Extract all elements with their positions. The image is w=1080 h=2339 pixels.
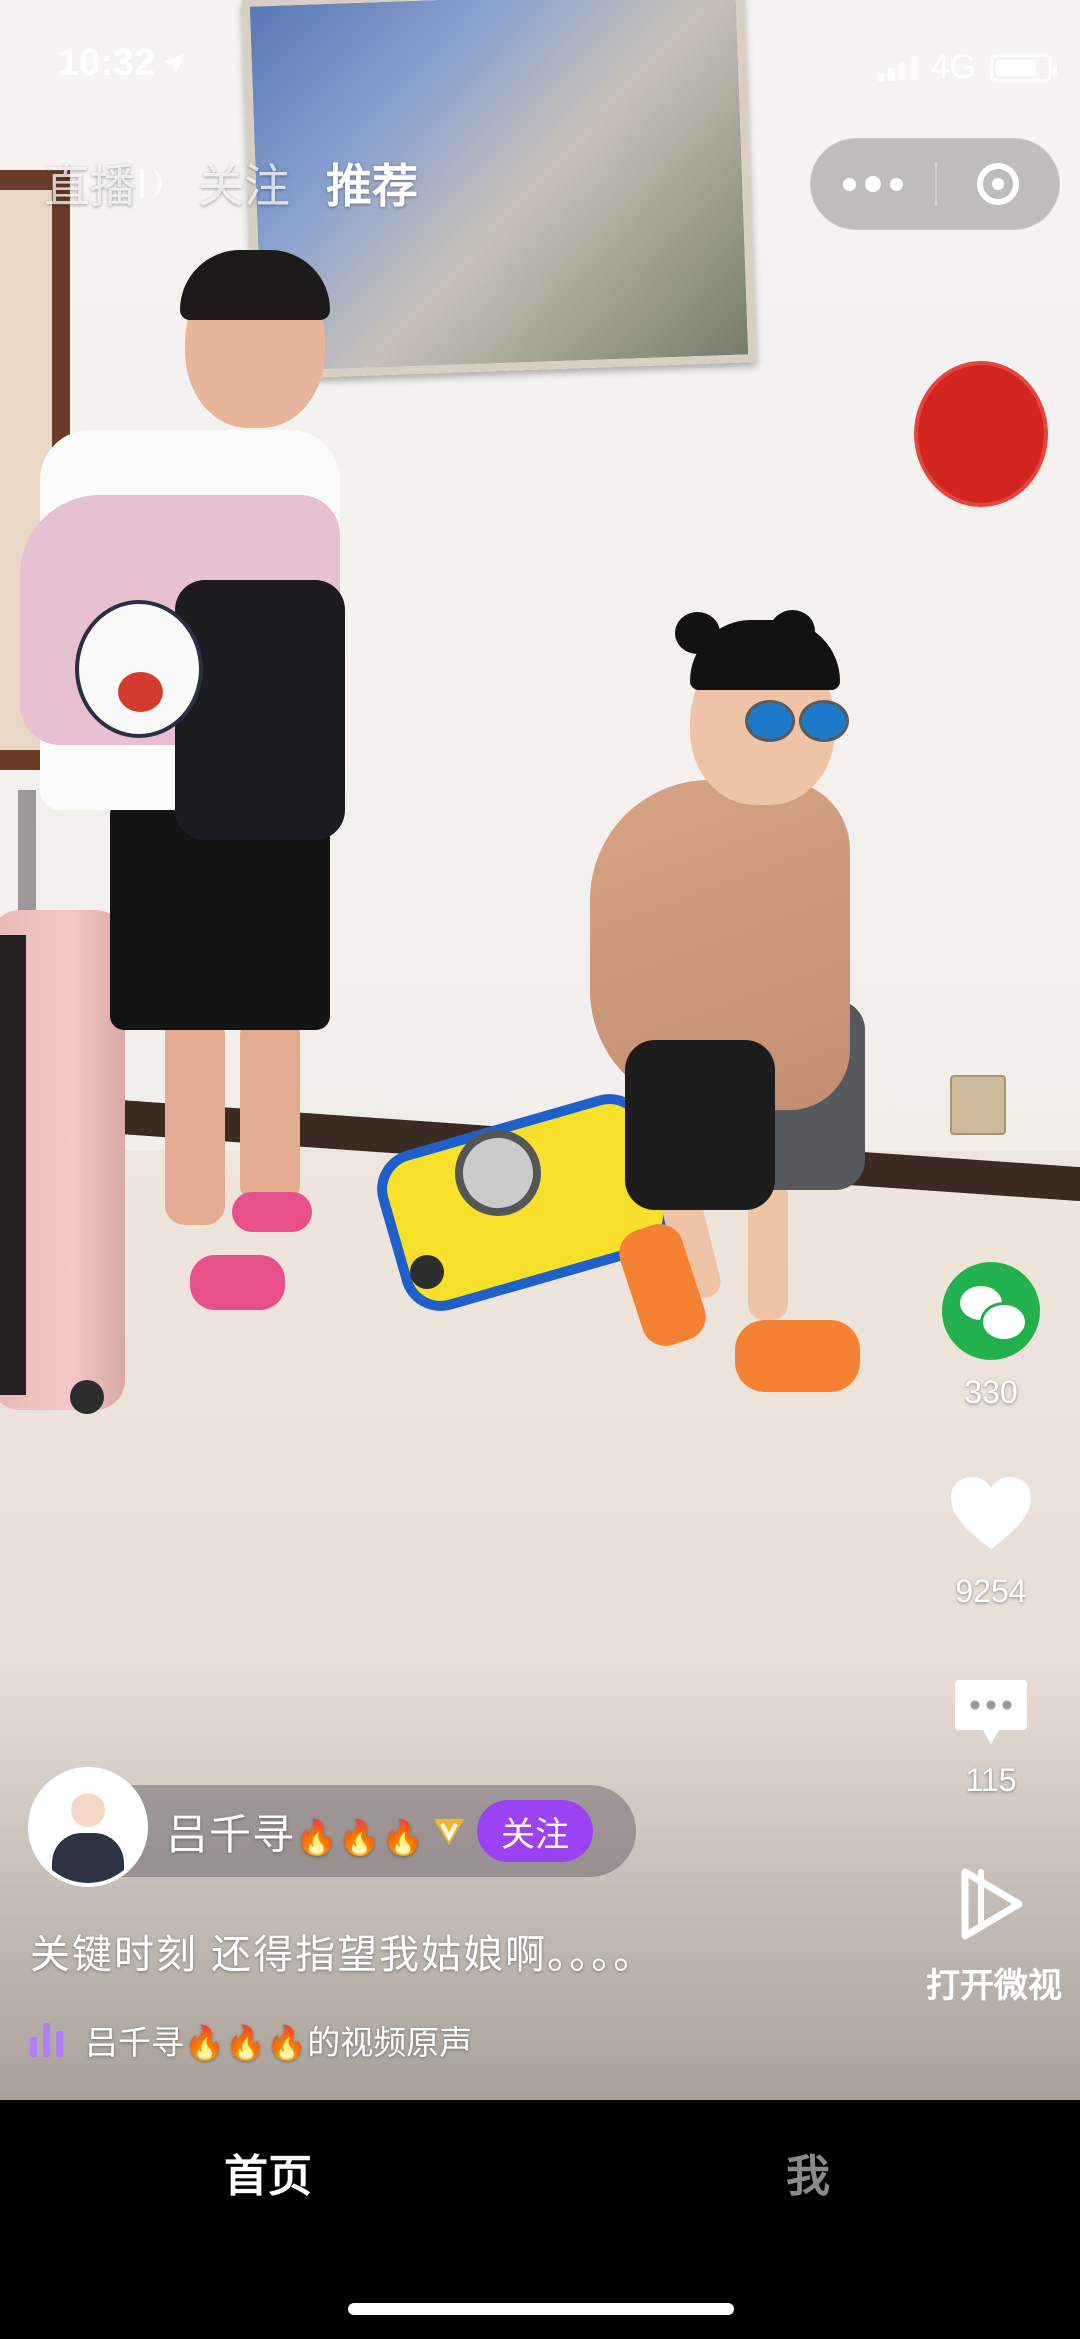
miniprogram-capsule — [810, 138, 1060, 230]
close-miniprogram-button[interactable] — [937, 139, 1059, 229]
status-time: 10:32 — [58, 42, 185, 85]
orange-shoe — [735, 1320, 860, 1392]
pink-slipper — [190, 1255, 285, 1310]
sunglasses — [745, 700, 849, 742]
comment-icon — [926, 1678, 1056, 1748]
music-bars-icon — [30, 2023, 63, 2057]
wall-outlet — [950, 1075, 1006, 1135]
tab-following-label: 关注 — [198, 160, 290, 212]
suitcase-band — [0, 935, 26, 1395]
live-wave-icon — [140, 169, 162, 197]
girl-bag — [625, 1040, 775, 1210]
pink-slipper — [232, 1192, 312, 1232]
music-row[interactable]: 吕千寻🔥🔥🔥的视频原声 — [30, 2016, 472, 2064]
suitcase-wheel — [70, 1380, 104, 1414]
music-title: 吕千寻🔥🔥🔥的视频原声 — [85, 2024, 473, 2061]
tab-live-label: 直播 — [44, 160, 136, 212]
nav-home[interactable]: 首页 — [224, 2140, 312, 2204]
avatar[interactable] — [28, 1767, 148, 1887]
author-bar: 吕千寻🔥🔥🔥 关注 — [28, 1767, 636, 1887]
status-icons: 4G — [876, 48, 1057, 87]
status-time-text: 10:32 — [58, 42, 156, 84]
nav-me[interactable]: 我 — [786, 2140, 830, 2204]
heart-icon — [949, 1475, 1033, 1559]
open-weishi-label: 打开微视 — [926, 1967, 1062, 2005]
play-icon — [926, 1866, 1056, 1942]
top-tabs: 直播 关注 推荐 — [44, 150, 418, 216]
verified-v-icon — [431, 1813, 467, 1849]
basin-flower — [118, 672, 163, 712]
double-happiness-sign — [918, 365, 1044, 503]
share-count: 330 — [964, 1374, 1018, 1410]
fire-emoji: 🔥🔥🔥 — [295, 1818, 426, 1857]
target-icon — [976, 163, 1019, 205]
suitcase-wheel — [410, 1255, 444, 1289]
black-backpack — [175, 580, 345, 840]
author-name[interactable]: 吕千寻🔥🔥🔥 — [166, 1801, 425, 1862]
man-leg — [240, 1015, 300, 1205]
video-caption: 关键时刻 还得指望我姑娘啊。。。。 — [30, 1933, 656, 1977]
tab-recommend[interactable]: 推荐 — [326, 150, 418, 216]
more-dots-icon[interactable] — [811, 139, 935, 229]
comment-count: 115 — [965, 1762, 1017, 1798]
tab-live[interactable]: 直播 — [44, 150, 162, 216]
battery-icon — [990, 53, 1057, 82]
author-name-text: 吕千寻 — [166, 1810, 296, 1858]
signal-icon — [876, 55, 917, 81]
location-arrow-icon — [164, 53, 185, 74]
wechat-icon — [942, 1262, 1040, 1360]
tab-following[interactable]: 关注 — [198, 150, 290, 216]
man-leg — [165, 1015, 225, 1225]
open-weishi-button[interactable]: 打开微视 — [926, 1866, 1062, 2007]
like-count: 9254 — [955, 1573, 1027, 1609]
enamel-basin — [75, 600, 203, 738]
tab-recommend-label: 推荐 — [326, 160, 418, 212]
network-label: 4G — [930, 48, 976, 86]
home-indicator — [348, 2303, 734, 2315]
follow-button[interactable]: 关注 — [477, 1800, 594, 1862]
like-button[interactable]: 9254 — [926, 1475, 1056, 1610]
share-wechat-button[interactable]: 330 — [926, 1262, 1056, 1411]
suitcase-handle — [18, 790, 36, 920]
comment-button[interactable]: 115 — [926, 1678, 1056, 1799]
